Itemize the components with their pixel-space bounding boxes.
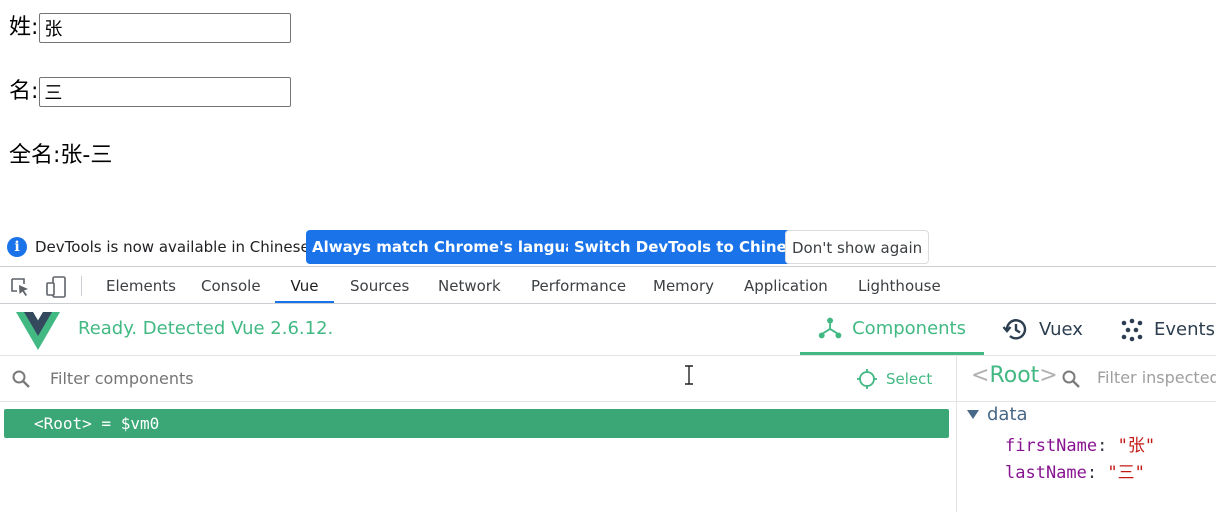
vue-tab-components-label: Components xyxy=(852,317,966,339)
filter-inspected-data-input[interactable]: Filter inspected d xyxy=(1097,368,1216,387)
surname-row: 姓: xyxy=(9,12,292,44)
tab-elements[interactable]: Elements xyxy=(106,267,176,303)
search-icon xyxy=(12,370,30,388)
prop-key: lastName xyxy=(1005,463,1087,483)
info-icon: i xyxy=(7,237,27,257)
data-section-label: data xyxy=(987,404,1028,425)
dont-show-again-button[interactable]: Don't show again xyxy=(785,230,930,264)
prop-last-name[interactable]: lastName: "三" xyxy=(1005,458,1145,483)
select-component-button[interactable]: Select xyxy=(856,368,932,390)
root-row-label: <Root> = $vm0 xyxy=(34,414,160,433)
prop-first-name[interactable]: firstName: "张" xyxy=(1005,431,1155,456)
full-name-value: 张-三 xyxy=(60,143,113,168)
inspector-header: <Root> Filter inspected d xyxy=(957,356,1216,402)
tab-sources[interactable]: Sources xyxy=(350,267,409,303)
inspect-element-icon[interactable] xyxy=(9,276,31,298)
vue-status: Ready. Detected Vue 2.6.12. xyxy=(78,318,334,339)
surname-label: 姓: xyxy=(9,15,39,40)
tab-application[interactable]: Application xyxy=(744,267,828,303)
tab-memory[interactable]: Memory xyxy=(653,267,714,303)
components-icon xyxy=(818,317,842,339)
vue-logo-icon xyxy=(16,312,60,350)
events-icon xyxy=(1121,318,1143,341)
select-label: Select xyxy=(886,370,933,388)
prop-value: "三" xyxy=(1107,463,1145,483)
toolbar-divider xyxy=(81,276,82,296)
prop-key: firstName xyxy=(1005,436,1098,456)
text-cursor-icon xyxy=(685,365,693,385)
vue-tab-events-label: Events xyxy=(1154,319,1215,340)
tab-vue[interactable]: Vue xyxy=(275,267,334,303)
devtools-language-notice: i DevTools is now available in Chinese! … xyxy=(0,230,1216,267)
given-name-row: 名: xyxy=(9,76,292,108)
surname-input[interactable] xyxy=(39,13,292,43)
vue-tab-components[interactable]: Components xyxy=(800,304,984,355)
tab-performance[interactable]: Performance xyxy=(531,267,626,303)
caret-down-icon xyxy=(967,409,979,419)
tab-lighthouse[interactable]: Lighthouse xyxy=(858,267,941,303)
filter-components-input[interactable] xyxy=(48,368,552,389)
data-section-toggle[interactable]: data xyxy=(967,404,1028,425)
full-name-label: 全名: xyxy=(9,143,61,168)
components-filter-bar: Select xyxy=(0,356,956,402)
prop-value: "张" xyxy=(1117,436,1156,456)
vue-tab-events[interactable]: Events xyxy=(1120,304,1215,355)
always-match-language-button[interactable]: Always match Chrome's language xyxy=(306,230,603,264)
vue-tab-vuex-label: Vuex xyxy=(1039,319,1083,340)
device-toolbar-icon[interactable] xyxy=(44,275,68,299)
vue-devtools-header: Ready. Detected Vue 2.6.12. Components V… xyxy=(0,304,1216,356)
components-pane: Select <Root> = $vm0 xyxy=(0,356,956,512)
inspector-search-icon xyxy=(1062,370,1080,388)
component-tree-root[interactable]: <Root> = $vm0 xyxy=(4,409,949,438)
notice-text: DevTools is now available in Chinese! xyxy=(35,238,316,256)
vue-tab-vuex[interactable]: Vuex xyxy=(1002,304,1083,355)
switch-to-chinese-button[interactable]: Switch DevTools to Chinese xyxy=(568,230,812,264)
history-icon xyxy=(1002,319,1027,340)
inspector-pane: <Root> Filter inspected d data firstName… xyxy=(957,356,1216,512)
tab-console[interactable]: Console xyxy=(201,267,261,303)
full-name-display: 全名:张-三 xyxy=(9,140,112,172)
crosshair-icon xyxy=(857,369,877,389)
devtools-tabbar: Elements Console Vue Sources Network Per… xyxy=(0,267,1216,304)
inspected-component-title: <Root> xyxy=(971,363,1058,388)
tab-network[interactable]: Network xyxy=(438,267,501,303)
given-name-input[interactable] xyxy=(39,77,292,107)
given-name-label: 名: xyxy=(9,79,39,104)
